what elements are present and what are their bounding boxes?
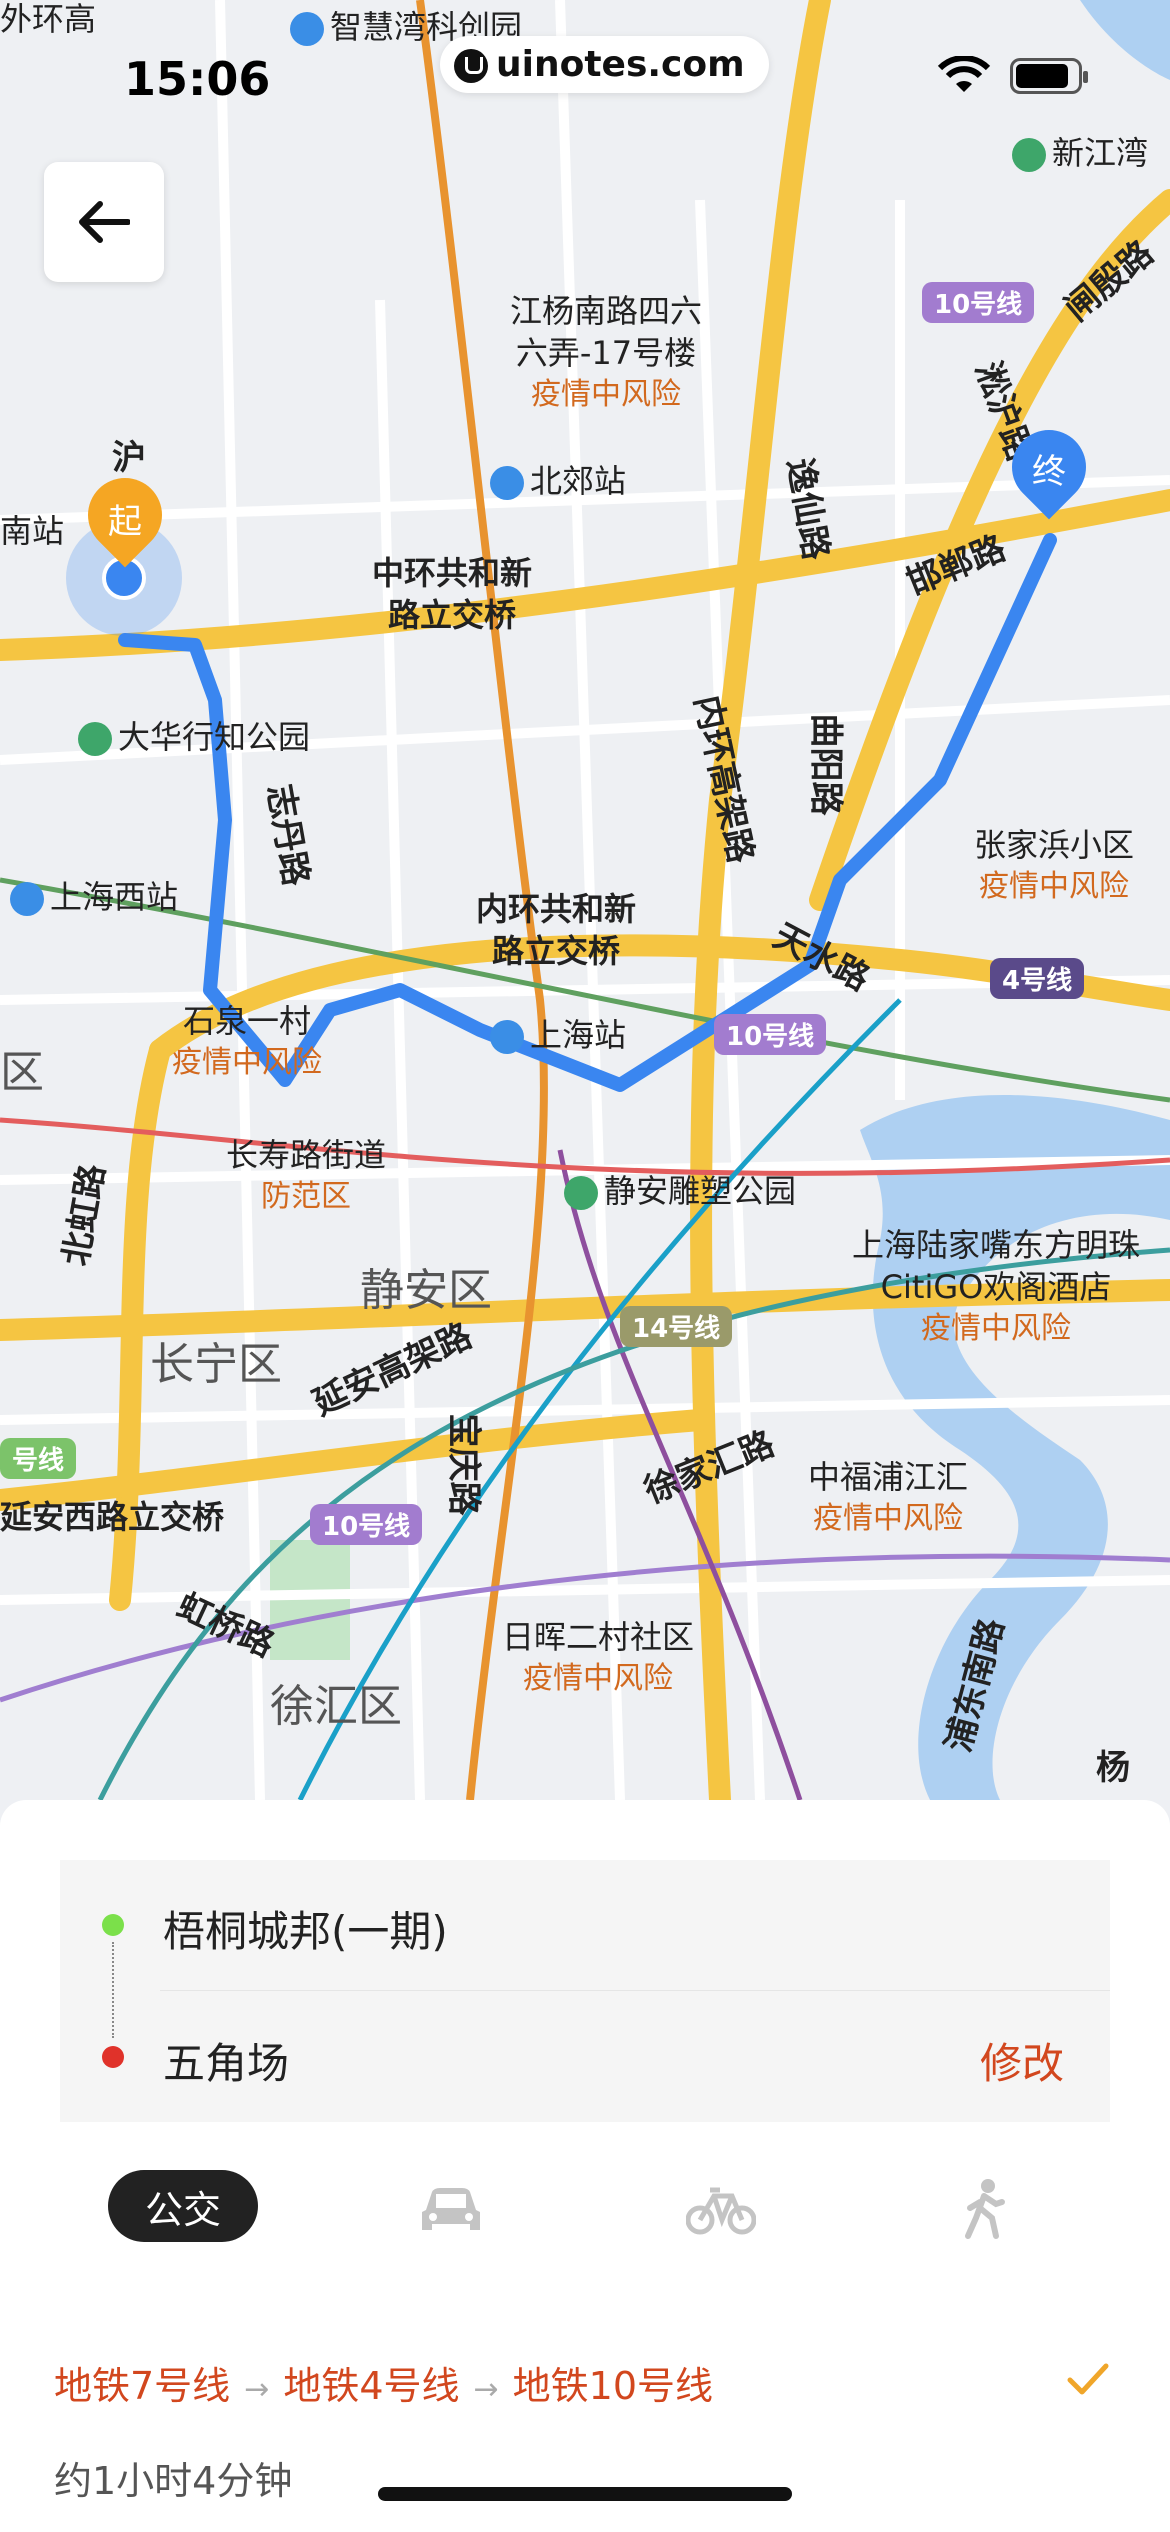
metro-line-badge: 4号线	[990, 958, 1085, 999]
road-label: 沪	[112, 438, 146, 478]
map-place-label: 江杨南路四六 六弄-17号楼 疫情中风险	[510, 292, 703, 412]
map-station-label: 上海西站	[10, 872, 178, 918]
metro-line-badge: 10号线	[310, 1504, 423, 1545]
map-place-label: 中环共和新 路立交桥	[372, 554, 533, 634]
route-summary[interactable]: 地铁7号线 → 地铁4号线 → 地铁10号线	[54, 2355, 713, 2410]
divider	[160, 1990, 1110, 1991]
arrow-right-icon: →	[473, 2372, 499, 2407]
road-label: 宝庆路	[443, 1413, 484, 1516]
map-place-label: 日晖二村社区 疫情中风险	[502, 1618, 695, 1696]
status-bar: 15:06 uinotes.com	[0, 36, 1170, 108]
destination-dot-icon	[102, 2046, 124, 2068]
district-label: 长宁区	[150, 1339, 282, 1390]
district-label: 区	[0, 1047, 44, 1098]
origin-dot-icon	[102, 1914, 124, 1936]
map-station-label: 上海站	[490, 1010, 626, 1056]
map-place-label: 延安西路立交桥	[0, 1498, 225, 1536]
destination-row[interactable]: 五角场 修改	[60, 1992, 1110, 2122]
tab-bus[interactable]: 公交	[108, 2170, 258, 2242]
arrow-left-icon	[79, 201, 130, 243]
district-label: 静安区	[360, 1265, 492, 1316]
watermark: uinotes.com	[440, 36, 769, 93]
check-icon	[1067, 2363, 1109, 2395]
transport-modes: 公交	[0, 2170, 1170, 2250]
map-place-label: 内环共和新 路立交桥	[476, 890, 637, 970]
route-duration: 约1小时4分钟	[54, 2459, 293, 2503]
wifi-icon	[937, 56, 991, 92]
destination-text: 五角场	[163, 2039, 290, 2088]
map-poi-label: 新江湾	[1012, 128, 1148, 174]
map-place-label: 外环高	[0, 0, 97, 38]
route-sheet: 梧桐城邦(一期) 五角场 修改 公交 地铁7号线 → 地铁4号线 → 地铁10号线	[0, 1800, 1170, 2532]
road-label: 曲阳路	[805, 713, 846, 816]
map-place-label: 石泉一村 疫情中风险	[172, 1002, 322, 1080]
start-pin-label: 起	[108, 502, 142, 542]
uinotes-logo-icon	[454, 49, 488, 83]
map-view[interactable]: 智慧湾科创园 外环高 新江湾 江杨南路四六 六弄-17号楼 疫情中风险 北郊站 中…	[0, 0, 1170, 1800]
edit-button[interactable]: 修改	[980, 2030, 1064, 2091]
route-line-1: 地铁7号线	[54, 2364, 231, 2408]
route-line-2: 地铁4号线	[283, 2364, 460, 2408]
metro-line-badge: 10号线	[714, 1014, 827, 1055]
map-poi-label: 大华行知公园	[78, 712, 310, 758]
car-icon[interactable]	[418, 2182, 484, 2238]
arrow-right-icon: →	[244, 2372, 270, 2407]
route-line-3: 地铁10号线	[512, 2364, 714, 2408]
metro-line-badge: 14号线	[620, 1306, 733, 1347]
map-place-label: 中福浦江汇 疫情中风险	[808, 1458, 969, 1536]
back-button[interactable]	[44, 162, 164, 282]
metro-line-badge: 号线	[0, 1438, 77, 1479]
home-indicator[interactable]	[378, 2487, 792, 2501]
map-place-label: 上海陆家嘴东方明珠 CitiGO欢阁酒店 疫情中风险	[852, 1226, 1141, 1346]
origin-row[interactable]: 梧桐城邦(一期)	[60, 1860, 1110, 1990]
map-place-label: 长寿路街道 防范区	[226, 1136, 387, 1214]
district-label: 徐汇区	[270, 1681, 402, 1732]
battery-icon	[1010, 58, 1088, 94]
map-place-label: 南站	[0, 512, 65, 550]
map-station-label: 北郊站	[490, 456, 626, 502]
road-label: 杨	[1096, 1748, 1130, 1788]
map-place-label: 张家浜小区 疫情中风险	[974, 826, 1135, 904]
address-box: 梧桐城邦(一期) 五角场 修改	[60, 1860, 1110, 2122]
map-poi-label: 静安雕塑公园	[564, 1166, 796, 1212]
walk-icon[interactable]	[962, 2178, 1006, 2240]
status-time: 15:06	[124, 52, 271, 106]
origin-text: 梧桐城邦(一期)	[163, 1907, 448, 1956]
metro-line-badge: 10号线	[922, 282, 1035, 323]
end-pin-label: 终	[1032, 452, 1066, 492]
bike-icon[interactable]	[686, 2182, 756, 2238]
